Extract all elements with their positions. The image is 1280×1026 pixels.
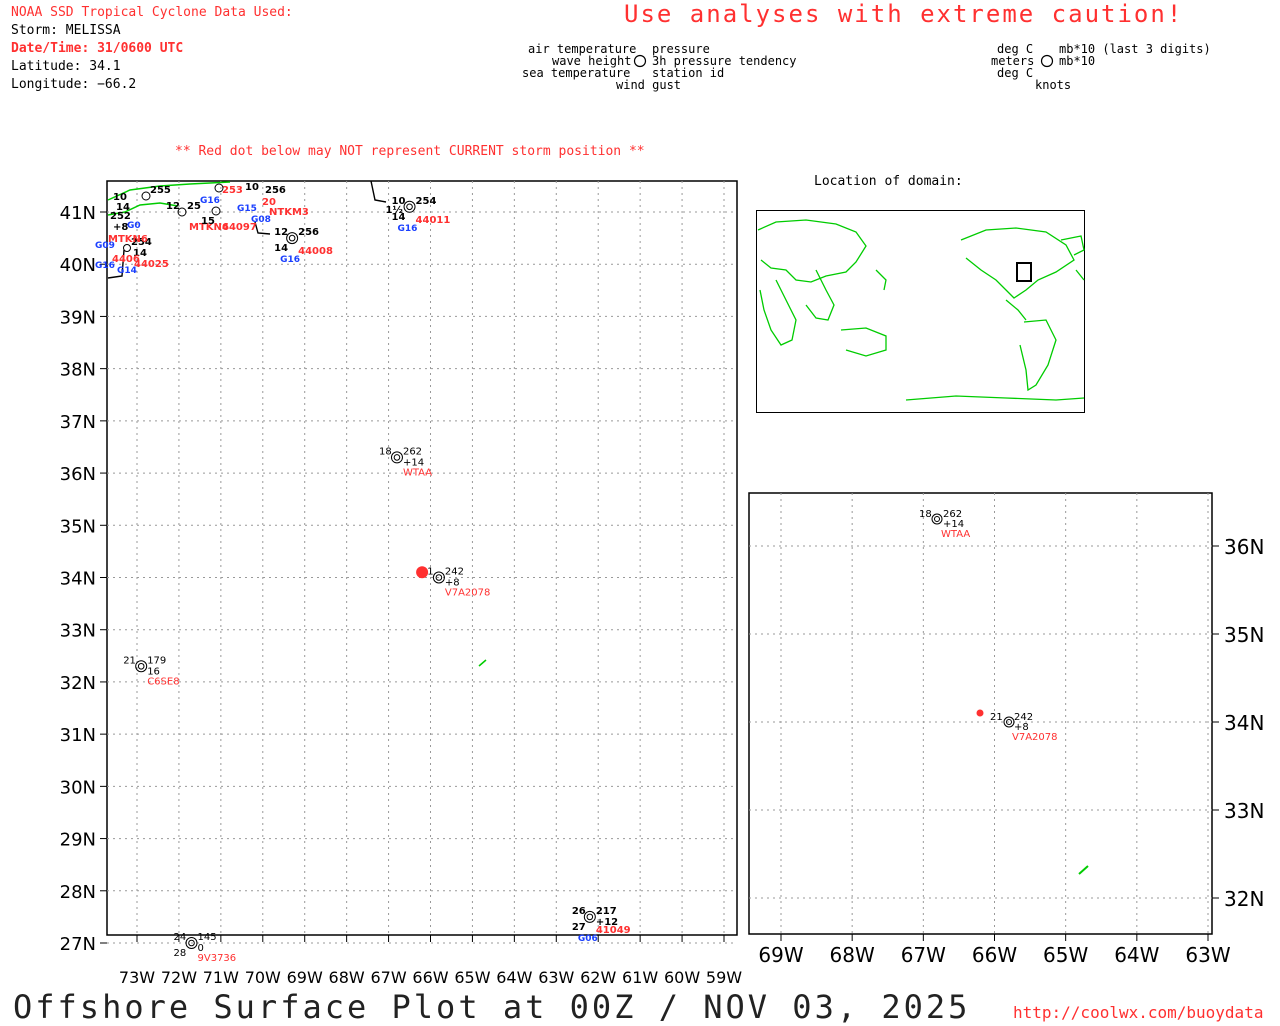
inset-lat-label: 35N <box>1224 623 1264 647</box>
inset-v7a-temp: 21 <box>990 712 1003 723</box>
inset-lat-label: 32N <box>1224 887 1264 911</box>
source-url[interactable]: http://coolwx.com/buoydata <box>1013 1003 1263 1022</box>
inset-lon-label: 63W <box>1185 943 1230 967</box>
inset-lon-label: 65W <box>1043 943 1088 967</box>
inset-wtaa-temp: 18 <box>919 509 932 520</box>
inset-lat-label: 34N <box>1224 711 1264 735</box>
inset-map[interactable]: 36N 35N 34N 33N 32N 69W 68W 67W 66W 65W 64W 63W 18… <box>0 0 1280 1024</box>
inset-wtaa-id: WTAA <box>941 529 970 540</box>
inset-storm-dot[interactable] <box>976 709 984 717</box>
inset-lon-label: 67W <box>901 943 946 967</box>
inset-lon-label: 69W <box>758 943 803 967</box>
inset-v7a-id: V7A2078 <box>1012 732 1058 743</box>
inset-lat-label: 36N <box>1224 535 1264 559</box>
inset-lon-label: 66W <box>972 943 1017 967</box>
inset-lon-label: 64W <box>1114 943 1159 967</box>
inset-lon-label: 68W <box>830 943 875 967</box>
inset-map-lon-labels: 69W 68W 67W 66W 65W 64W 63W <box>758 943 1230 967</box>
plot-title: Offshore Surface Plot at 00Z / NOV 03, 2… <box>13 988 971 1026</box>
inset-map-lat-labels: 36N 35N 34N 33N 32N <box>1224 535 1264 911</box>
inset-lat-label: 33N <box>1224 799 1264 823</box>
